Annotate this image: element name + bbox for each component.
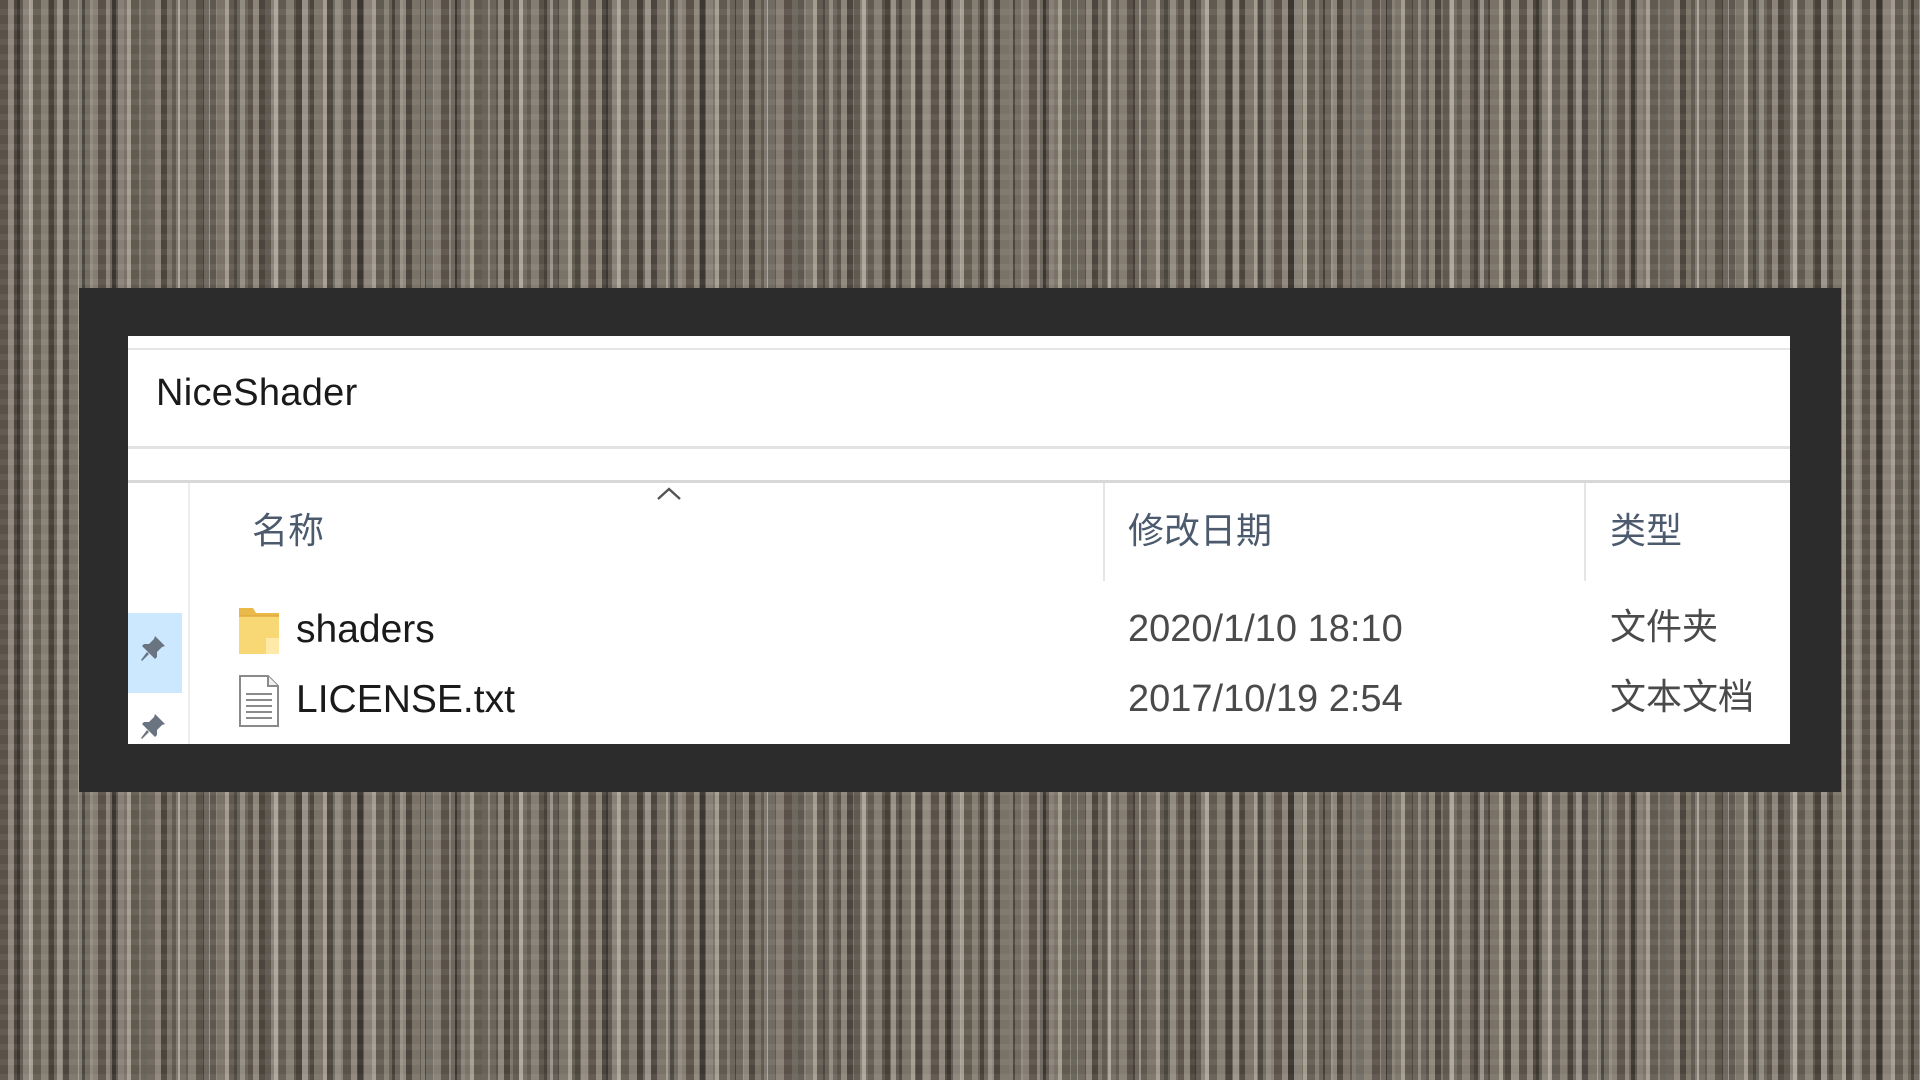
sort-ascending-icon[interactable] [654, 484, 684, 502]
file-type: 文本文档 [1610, 677, 1755, 718]
title-bottom-divider [128, 446, 1790, 449]
pin-icon [138, 633, 168, 663]
file-name: shaders [296, 608, 435, 651]
explorer-window: NiceShader 名称 修改日期 类型 shaders 2020/1/10 … [128, 336, 1790, 744]
title-top-divider [128, 348, 1790, 350]
file-row-license[interactable]: LICENSE.txt 2017/10/19 2:54 文本文档 [188, 668, 1790, 734]
folder-icon [236, 604, 282, 658]
file-modified-date: 2020/1/10 18:10 [1128, 608, 1403, 650]
file-type: 文件夹 [1610, 607, 1719, 648]
column-header-top-divider [128, 480, 1790, 483]
navigation-pane[interactable] [128, 483, 190, 744]
column-header-type[interactable]: 类型 [1610, 514, 1682, 550]
file-row-shaders[interactable]: shaders 2020/1/10 18:10 文件夹 [188, 598, 1790, 664]
file-modified-date: 2017/10/19 2:54 [1128, 678, 1403, 720]
column-divider[interactable] [1584, 483, 1586, 581]
column-header-name[interactable]: 名称 [252, 514, 324, 550]
column-header-modified[interactable]: 修改日期 [1128, 514, 1272, 550]
file-name: LICENSE.txt [296, 678, 515, 721]
screenshot-frame: NiceShader 名称 修改日期 类型 shaders 2020/1/10 … [79, 288, 1841, 792]
column-divider[interactable] [1103, 483, 1105, 581]
window-title: NiceShader [156, 372, 358, 414]
text-file-icon [236, 674, 282, 728]
pin-icon [138, 711, 168, 741]
